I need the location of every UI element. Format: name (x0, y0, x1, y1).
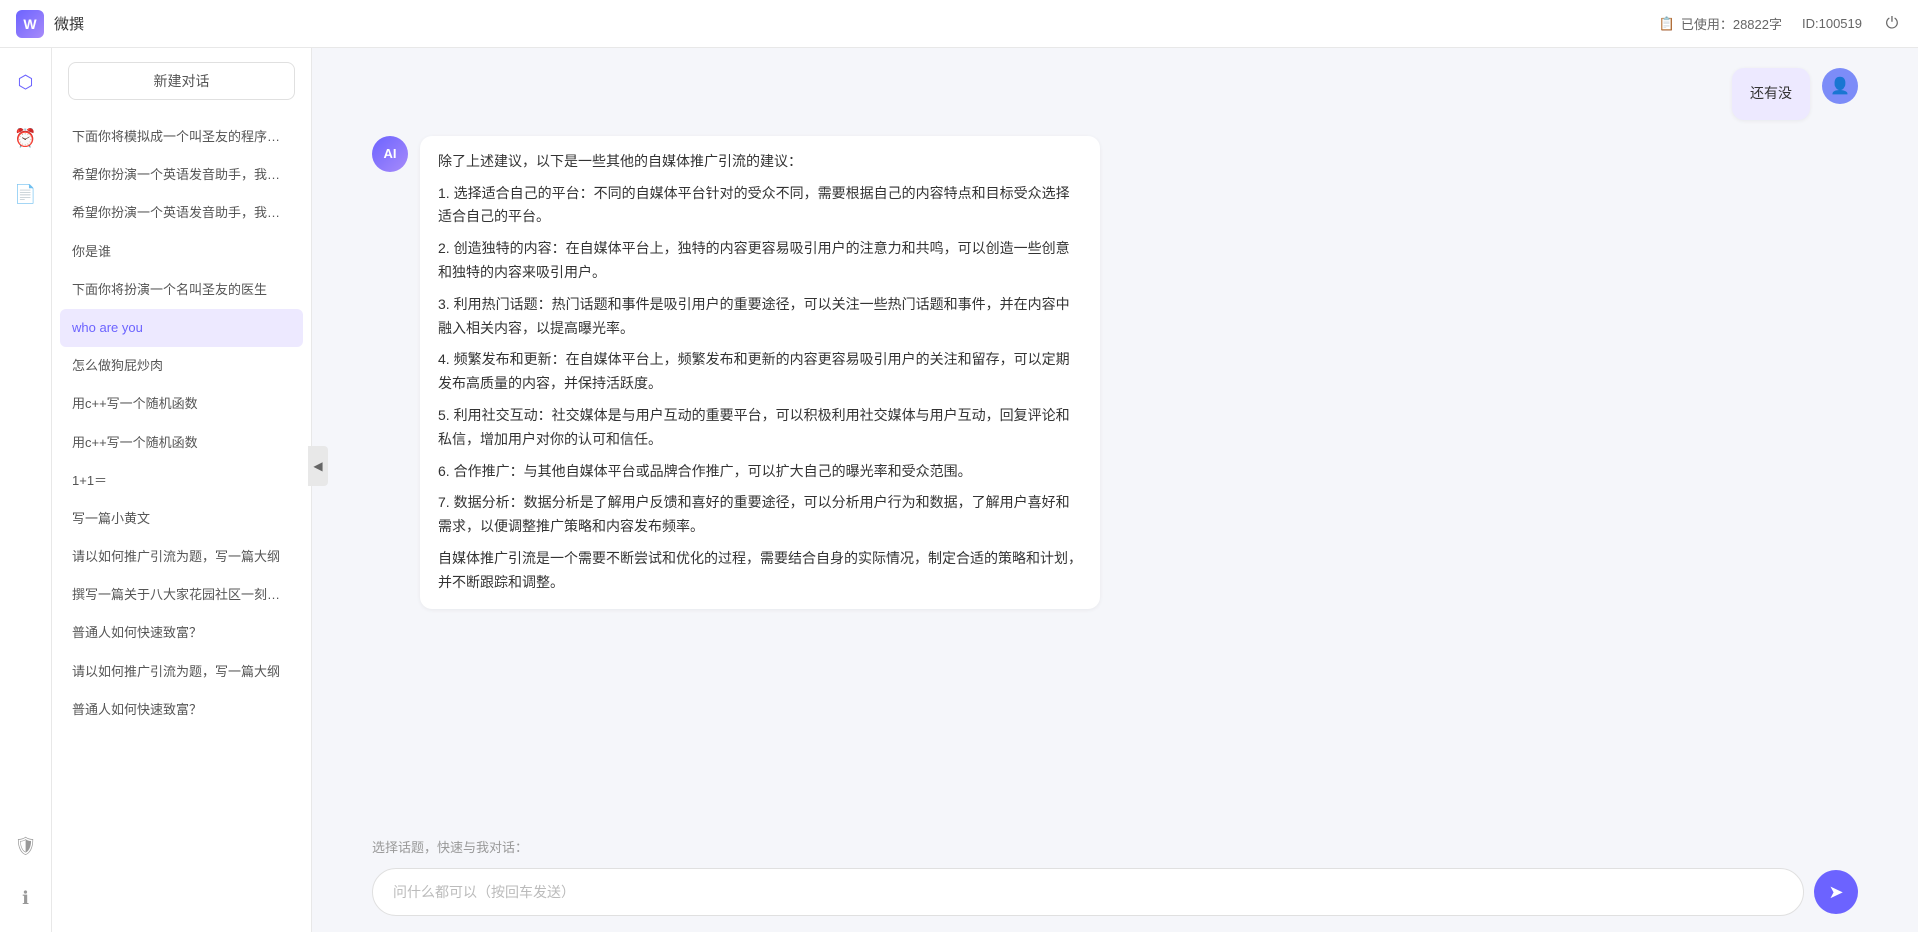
ai-message-paragraph: 5. 利用社交互动：社交媒体是与用户互动的重要平台，可以积极利用社交媒体与用户互… (438, 404, 1082, 452)
user-avatar: 👤 (1822, 68, 1858, 104)
sidebar-conversation-item[interactable]: 普通人如何快速致富？ (60, 614, 303, 652)
app-logo: W (16, 10, 44, 38)
send-icon: ➤ (1828, 882, 1843, 903)
chat-input[interactable]: 问什么都可以（按回车发送） (372, 868, 1804, 916)
sidebar-conversation-item[interactable]: 普通人如何快速致富？ (60, 691, 303, 729)
ai-message-paragraph: 4. 频繁发布和更新：在自媒体平台上，频繁发布和更新的内容更容易吸引用户的关注和… (438, 348, 1082, 396)
sidebar-conversation-item[interactable]: 用c++写一个随机函数 (60, 385, 303, 423)
user-message-text: 还有没 (1750, 85, 1792, 101)
shield-icon[interactable]: 🛡 (8, 828, 44, 864)
sidebar-conversation-item[interactable]: 请以如何推广引流为题，写一篇大纲 (60, 538, 303, 576)
user-message-bubble: 还有没 (1732, 68, 1810, 120)
sidebar-conversation-item[interactable]: 撰写一篇关于八大家花园社区一刻钟便民生... (60, 576, 303, 614)
info-icon[interactable]: ℹ (8, 880, 44, 916)
ai-message-paragraph: 7. 数据分析：数据分析是了解用户反馈和喜好的重要途径，可以分析用户行为和数据，… (438, 491, 1082, 539)
icon-bar: ⬡ ⏰ 📄 🛡 ℹ (0, 48, 52, 932)
sidebar-conversation-item[interactable]: 下面你将扮演一个名叫圣友的医生 (60, 271, 303, 309)
message-row: AI 除了上述建议，以下是一些其他的自媒体推广引流的建议： 1. 选择适合自己的平… (372, 136, 1858, 609)
app-title: 微撰 (54, 13, 84, 34)
sidebar-conversation-item[interactable]: 希望你扮演一个英语发音助手，我提供给你... (60, 156, 303, 194)
chat-messages: 👤 还有没 AI 除了上述建议，以下是一些其他的自媒体推广引流的建议： 1. 选择… (312, 48, 1918, 827)
main-layout: ⬡ ⏰ 📄 🛡 ℹ 新建对话 下面你将模拟成一个叫圣友的程序员，我说...希望你… (0, 48, 1918, 932)
quick-topics-label: 选择话题，快速与我对话： (312, 827, 1918, 860)
header-right: 📋 已使用：28822字 ID:100519 ⏻ (1659, 14, 1902, 34)
sidebar: 新建对话 下面你将模拟成一个叫圣友的程序员，我说...希望你扮演一个英语发音助手… (52, 48, 312, 932)
ai-message-paragraph: 自媒体推广引流是一个需要不断尝试和优化的过程，需要结合自身的实际情况，制定合适的… (438, 547, 1082, 595)
new-conversation-button[interactable]: 新建对话 (68, 62, 295, 100)
usage-display: 📋 已使用：28822字 (1659, 14, 1782, 33)
chat-area: 👤 还有没 AI 除了上述建议，以下是一些其他的自媒体推广引流的建议： 1. 选择… (312, 48, 1918, 932)
usage-label: 已使用：28822字 (1681, 14, 1782, 33)
sidebar-conversation-item[interactable]: 你是谁 (60, 233, 303, 271)
ai-message-paragraph: 除了上述建议，以下是一些其他的自媒体推广引流的建议： (438, 150, 1082, 174)
ai-message-paragraph: 1. 选择适合自己的平台：不同的自媒体平台针对的受众不同，需要根据自己的内容特点… (438, 182, 1082, 230)
ai-message-paragraph: 2. 创造独特的内容：在自媒体平台上，独特的内容更容易吸引用户的注意力和共鸣，可… (438, 237, 1082, 285)
sidebar-item-document[interactable]: 📄 (8, 176, 44, 212)
sidebar-conversation-item[interactable]: 怎么做狗屁炒肉 (60, 347, 303, 385)
ai-message-paragraph: 6. 合作推广：与其他自媒体平台或品牌合作推广，可以扩大自己的曝光率和受众范围。 (438, 460, 1082, 484)
sidebar-conversation-item[interactable]: 1+1＝ (60, 462, 303, 500)
ai-message-bubble: 除了上述建议，以下是一些其他的自媒体推广引流的建议： 1. 选择适合自己的平台：不… (420, 136, 1100, 609)
message-row: 👤 还有没 (372, 68, 1858, 120)
ai-avatar: AI (372, 136, 408, 172)
input-area: 问什么都可以（按回车发送） ➤ (312, 860, 1918, 932)
power-button[interactable]: ⏻ (1882, 14, 1902, 34)
sidebar-item-home[interactable]: ⬡ (8, 64, 44, 100)
sidebar-conversation-item[interactable]: 希望你扮演一个英语发音助手，我提供给你... (60, 194, 303, 232)
header-left: W 微撰 (16, 10, 84, 38)
sidebar-item-clock[interactable]: ⏰ (8, 120, 44, 156)
header: W 微撰 📋 已使用：28822字 ID:100519 ⏻ (0, 0, 1918, 48)
usage-icon: 📋 (1659, 16, 1675, 32)
send-button[interactable]: ➤ (1814, 870, 1858, 914)
sidebar-conversation-item[interactable]: 下面你将模拟成一个叫圣友的程序员，我说... (60, 118, 303, 156)
sidebar-conversation-item[interactable]: 请以如何推广引流为题，写一篇大纲 (60, 653, 303, 691)
user-id: ID:100519 (1802, 16, 1862, 31)
ai-message-paragraph: 3. 利用热门话题：热门话题和事件是吸引用户的重要途径，可以关注一些热门话题和事… (438, 293, 1082, 341)
sidebar-conversation-item[interactable]: 写一篇小黄文 (60, 500, 303, 538)
conversation-list: 下面你将模拟成一个叫圣友的程序员，我说...希望你扮演一个英语发音助手，我提供给… (52, 114, 311, 932)
sidebar-conversation-item[interactable]: 用c++写一个随机函数 (60, 424, 303, 462)
sidebar-conversation-item[interactable]: who are you (60, 309, 303, 347)
sidebar-collapse-button[interactable]: ◀ (308, 446, 328, 486)
